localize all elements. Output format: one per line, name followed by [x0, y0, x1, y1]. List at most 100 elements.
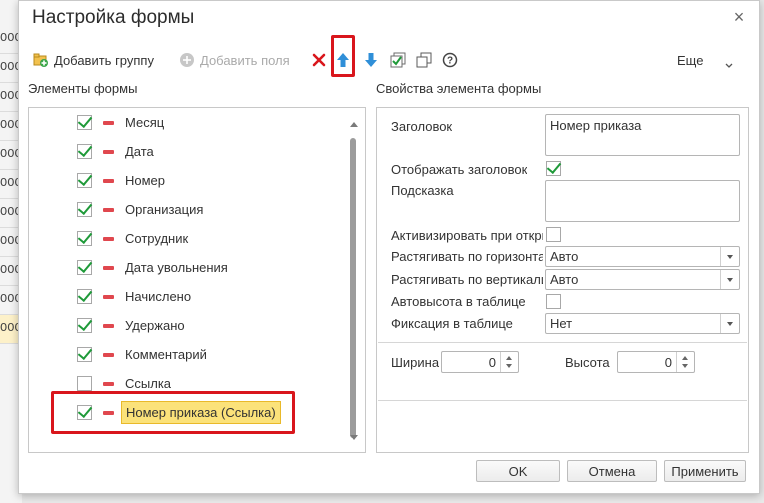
form-settings-dialog: Настройка формы × Добавить группу Добави…: [18, 0, 760, 494]
tree-item-label: Дата: [125, 144, 154, 159]
chevron-down-icon[interactable]: [720, 314, 739, 333]
tree-item-checkbox[interactable]: [77, 231, 92, 246]
more-menu-label: Еще: [677, 52, 704, 68]
add-fields-button[interactable]: Добавить поля: [179, 49, 290, 71]
help-icon[interactable]: ?: [442, 52, 458, 68]
copy-icon[interactable]: [416, 52, 432, 68]
tree-item-label: Сотрудник: [125, 231, 189, 246]
tree-item-checkbox[interactable]: [77, 173, 92, 188]
tree-item-checkbox[interactable]: [77, 347, 92, 362]
apply-button[interactable]: Применить: [664, 460, 746, 482]
tooltip-field[interactable]: [545, 180, 740, 222]
field-dash-icon: [103, 294, 114, 299]
element-properties-header: Свойства элемента формы: [376, 81, 542, 96]
autoheight-checkbox[interactable]: [546, 294, 561, 309]
tree-item[interactable]: Месяц: [29, 108, 349, 137]
field-dash-icon: [103, 381, 114, 386]
cancel-button[interactable]: Отмена: [567, 460, 657, 482]
field-dash-icon: [103, 207, 114, 212]
tree-item[interactable]: Дата увольнения: [29, 253, 349, 282]
tree-item[interactable]: Организация: [29, 195, 349, 224]
spin-up-icon[interactable]: [506, 356, 512, 360]
tree-item-checkbox[interactable]: [77, 376, 92, 391]
tree-item[interactable]: Начислено: [29, 282, 349, 311]
tree-item-label: Комментарий: [125, 347, 207, 362]
form-elements-header: Элементы формы: [28, 81, 138, 96]
scroll-down-icon[interactable]: [350, 435, 358, 440]
tree-item-checkbox[interactable]: [77, 318, 92, 333]
move-up-arrow-icon[interactable]: [335, 52, 351, 68]
title-field[interactable]: Номер приказа: [545, 114, 740, 156]
chevron-down-icon[interactable]: [720, 270, 739, 289]
tooltip-label: Подсказка: [391, 183, 454, 198]
chevron-down-icon[interactable]: [720, 247, 739, 266]
tree-item[interactable]: Номер: [29, 166, 349, 195]
chevron-down-icon[interactable]: [725, 57, 733, 68]
close-icon[interactable]: ×: [731, 8, 747, 26]
autoheight-label: Автовысота в таблице: [391, 294, 526, 309]
spin-down-icon[interactable]: [682, 364, 688, 368]
check-all-icon[interactable]: [390, 52, 406, 68]
title-label: Заголовок: [391, 119, 453, 134]
stretch-vertical-value: Авто: [550, 272, 579, 287]
scrollbar-thumb[interactable]: [350, 138, 356, 438]
height-label: Высота: [565, 355, 610, 370]
tree-item-label: Удержано: [125, 318, 185, 333]
tree-item-checkbox[interactable]: [77, 260, 92, 275]
add-group-label: Добавить группу: [54, 52, 154, 68]
height-value: 0: [664, 355, 672, 370]
tree-item[interactable]: Сотрудник: [29, 224, 349, 253]
move-down-arrow-icon[interactable]: [363, 52, 379, 68]
tree-scrollbar[interactable]: [350, 116, 361, 446]
spin-up-icon[interactable]: [682, 356, 688, 360]
scroll-up-icon[interactable]: [350, 122, 358, 127]
width-label: Ширина: [391, 355, 440, 370]
divider: [378, 400, 747, 401]
tree-item-label: Номер: [125, 173, 166, 188]
stretch-vertical-select[interactable]: Авто: [545, 269, 740, 290]
activate-checkbox[interactable]: [546, 227, 561, 242]
plus-circle-icon: [179, 52, 195, 68]
tree-item-checkbox[interactable]: [77, 115, 92, 130]
field-dash-icon: [103, 120, 114, 125]
field-dash-icon: [103, 236, 114, 241]
fixation-label: Фиксация в таблице: [391, 316, 513, 331]
plus-folder-icon: [33, 52, 49, 68]
tree-item-checkbox[interactable]: [77, 202, 92, 217]
stretch-horizontal-select[interactable]: Авто: [545, 246, 740, 267]
width-stepper[interactable]: 0: [441, 351, 519, 373]
tree-item[interactable]: Комментарий: [29, 340, 349, 369]
divider: [378, 342, 747, 343]
ok-button[interactable]: OK: [476, 460, 560, 482]
add-fields-label: Добавить поля: [200, 52, 290, 68]
tree-item-checkbox[interactable]: [77, 144, 92, 159]
add-group-button[interactable]: Добавить группу: [33, 49, 154, 71]
height-spin-buttons[interactable]: [676, 352, 694, 372]
width-value: 0: [488, 355, 496, 370]
tree-item-checkbox[interactable]: [77, 289, 92, 304]
svg-text:?: ?: [447, 56, 453, 67]
fixation-select[interactable]: Нет: [545, 313, 740, 334]
element-properties-panel: Заголовок Номер приказа Отображать загол…: [376, 107, 749, 453]
spin-down-icon[interactable]: [506, 364, 512, 368]
width-spin-buttons[interactable]: [500, 352, 518, 372]
stretch-horizontal-value: Авто: [550, 249, 579, 264]
more-menu-button[interactable]: Еще: [677, 49, 703, 71]
tree-item-label: Начислено: [125, 289, 192, 304]
delete-x-icon[interactable]: [311, 52, 327, 68]
toolbar: Добавить группу Добавить поля ? Еще: [19, 35, 759, 77]
fixation-value: Нет: [550, 316, 573, 331]
tree-item-label: Месяц: [125, 115, 165, 130]
field-dash-icon: [103, 352, 114, 357]
tree-item-label: Дата увольнения: [125, 260, 228, 275]
tree-item-label: Организация: [125, 202, 204, 217]
tree-item-label: Ссылка: [125, 376, 172, 391]
dialog-title: Настройка формы: [32, 7, 195, 28]
show-title-checkbox[interactable]: [546, 161, 561, 176]
tree-item[interactable]: Удержано: [29, 311, 349, 340]
field-dash-icon: [103, 149, 114, 154]
tree-item[interactable]: Дата: [29, 137, 349, 166]
show-title-label: Отображать заголовок: [391, 162, 528, 177]
height-stepper[interactable]: 0: [617, 351, 695, 373]
form-elements-tree: Месяц Дата Номер Организация Сотрудник Д…: [28, 107, 366, 453]
